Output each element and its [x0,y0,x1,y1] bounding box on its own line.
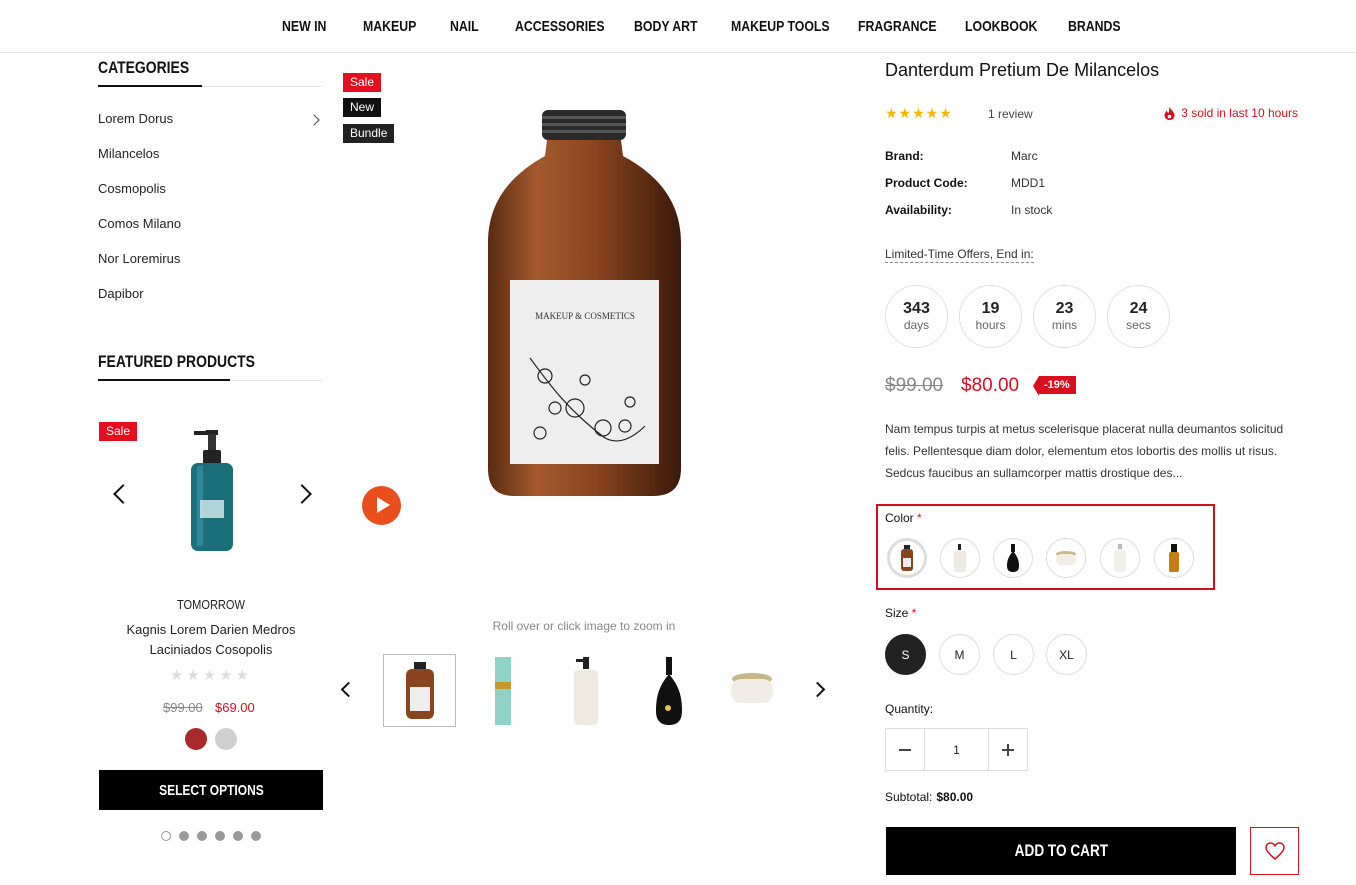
countdown-secs: 24 secs [1107,285,1170,348]
sale-badge: Sale [343,73,382,92]
nav-body-art[interactable]: BODY ART [634,18,698,35]
thumbnail-cream-jar[interactable] [715,654,788,727]
color-option-white-bottle[interactable] [1100,538,1140,578]
plus-icon [1002,743,1014,756]
size-option-s[interactable]: S [885,634,926,675]
nav-nail[interactable]: NAIL [450,18,479,35]
color-label: Color * [885,511,922,525]
subtotal: Subtotal: $80.00 [885,790,974,804]
discount-badge: -19% [1033,376,1076,396]
new-badge: New [343,98,382,117]
nav-makeup-tools[interactable]: MAKEUP TOOLS [731,18,830,35]
swatch-gray[interactable] [215,728,237,750]
wishlist-button[interactable] [1250,827,1299,875]
featured-product-image[interactable] [186,428,236,552]
carousel-dot[interactable] [215,831,225,841]
carousel-prev-icon[interactable] [113,484,133,504]
carousel-next-icon[interactable] [292,484,312,504]
nav-accessories[interactable]: ACCESSORIES [515,18,605,35]
sold-notice: 3 sold in last 10 hours [1164,106,1298,120]
add-to-cart-button[interactable]: ADD TO CART [886,827,1236,875]
countdown-mins: 23 mins [1033,285,1096,348]
spec-product-code: Product Code: MDD1 [885,176,1046,190]
zoom-hint: Roll over or click image to zoom in [492,619,676,633]
category-item[interactable]: Cosmopolis [98,181,322,196]
category-item[interactable]: Lorem Dorus [98,111,322,126]
size-option-l[interactable]: L [993,634,1034,675]
featured-name-line1[interactable]: Kagnis Lorem Darien Medros [99,622,323,637]
category-item[interactable]: Dapibor [98,286,322,301]
quantity-label: Quantity: [885,702,934,716]
quantity-input[interactable]: 1 [925,729,988,770]
size-option-m[interactable]: M [939,634,980,675]
carousel-dot[interactable] [179,831,189,841]
current-price: $80.00 [961,375,1020,396]
category-item[interactable]: Nor Loremirus [98,251,322,266]
featured-name-line2[interactable]: Laciniados Cosopolis [99,642,323,657]
category-item[interactable]: Milancelos [98,146,322,161]
review-count[interactable]: 1 review [988,107,1033,121]
spec-brand: Brand: Marc [885,149,1038,163]
quantity-stepper: 1 [885,728,1028,771]
color-option-gold-bottle[interactable] [1154,538,1194,578]
product-title: Danterdum Pretium De Milancelos [885,60,1160,80]
carousel-dot[interactable] [161,831,171,841]
select-options-button[interactable]: SELECT OPTIONS [99,770,323,810]
featured-divider [98,379,322,381]
featured-rating-stars: ★★★★★ [169,667,253,684]
thumbnail-black-bottle[interactable] [632,654,705,727]
top-navigation: NEW IN MAKEUP NAIL ACCESSORIES BODY ART … [0,0,1356,53]
heart-icon [1264,842,1285,860]
categories-divider [98,85,322,87]
categories-heading: CATEGORIES [98,58,190,77]
nav-lookbook[interactable]: LOOKBOOK [965,18,1037,35]
thumbnail-pump-bottle[interactable] [549,654,622,727]
bottle-label-text: MAKEUP & COSMETICS [535,311,635,321]
color-option-black-bottle[interactable] [993,538,1033,578]
carousel-dot[interactable] [197,831,207,841]
nav-makeup[interactable]: MAKEUP [363,18,416,35]
size-label: Size * [885,606,917,620]
quantity-decrease-button[interactable] [886,729,925,770]
countdown-hours: 19 hours [959,285,1022,348]
nav-fragrance[interactable]: FRAGRANCE [858,18,937,35]
color-option-white-pump[interactable] [940,538,980,578]
thumb-prev-icon[interactable] [340,681,357,698]
main-product-image[interactable]: MAKEUP & COSMETICS [485,108,685,500]
carousel-dot[interactable] [233,831,243,841]
nav-new-in[interactable]: NEW IN [282,18,326,35]
minus-icon [899,748,911,751]
chevron-right-icon [308,114,320,126]
swatch-red[interactable] [185,728,207,750]
nav-brands[interactable]: BRANDS [1068,18,1121,35]
thumbnail-mint-tube[interactable] [466,654,539,727]
featured-old-price: $99.00 [163,700,203,715]
flame-icon [1164,106,1175,120]
countdown-days: 343 days [885,285,948,348]
carousel-dot[interactable] [251,831,261,841]
category-item[interactable]: Comos Milano [98,216,322,231]
color-option-amber-bottle[interactable] [887,538,927,578]
bundle-badge: Bundle [343,124,395,143]
thumb-next-icon[interactable] [809,681,826,698]
size-option-xl[interactable]: XL [1046,634,1087,675]
featured-price: $69.00 [215,700,255,715]
spec-availability: Availability: In stock [885,203,1053,217]
sale-badge: Sale [99,422,138,441]
featured-heading: FEATURED PRODUCTS [98,352,255,371]
play-video-button[interactable] [362,486,401,525]
offer-label: Limited-Time Offers, End in: [885,247,1034,263]
product-description: Nam tempus turpis at metus scelerisque p… [885,422,1284,480]
color-option-cream-jar[interactable] [1046,538,1086,578]
thumbnail-amber-bottle[interactable] [383,654,456,727]
featured-brand: TOMORROW [177,597,245,612]
old-price: $99.00 [885,375,944,396]
rating-stars: ★★★★★ [885,105,953,121]
quantity-increase-button[interactable] [988,729,1027,770]
